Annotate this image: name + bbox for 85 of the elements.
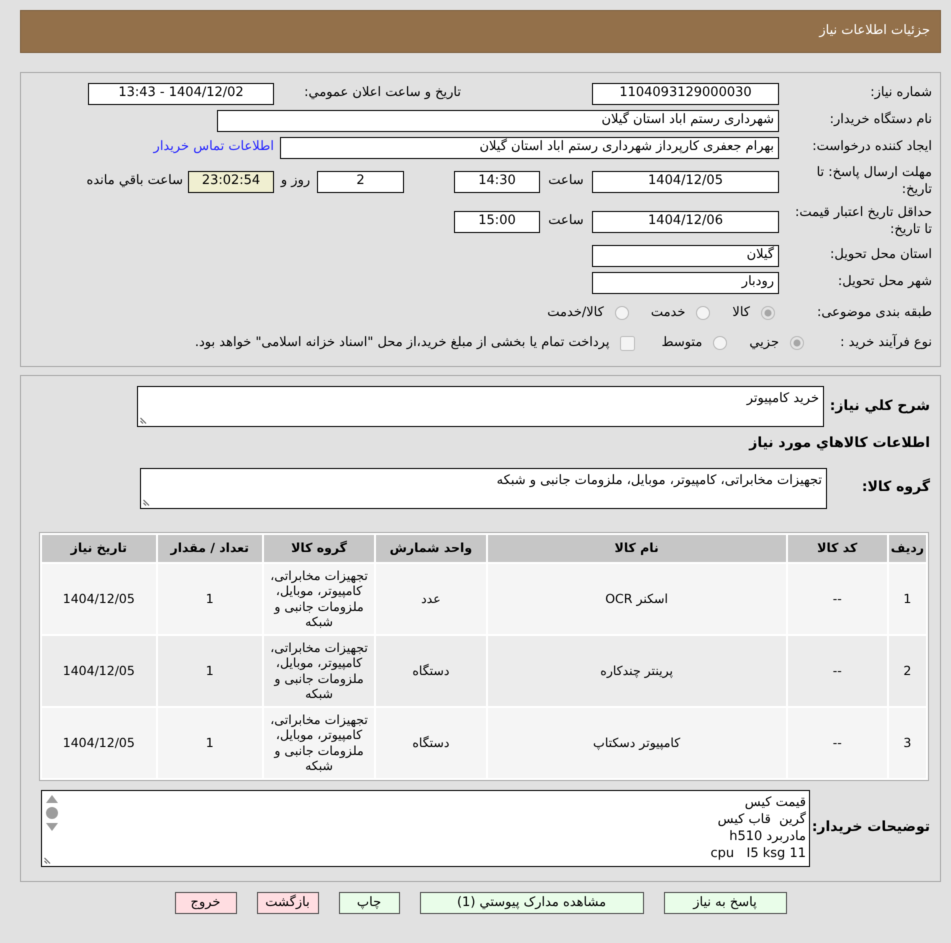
scroll-down-icon[interactable]: [46, 822, 58, 830]
scroll-thumb-icon[interactable]: [46, 806, 58, 818]
table-cell: تجهیزات مخابراتی، کامپیوتر، موبایل، ملزومات جانبی و شبکه: [264, 708, 374, 778]
table-cell: کامپیوتر دسکتاپ: [488, 708, 786, 778]
need-summary-field[interactable]: خرید کامپیوتر: [137, 386, 824, 427]
field-label: مهلت ارسال پاسخ: تا تاریخ:: [816, 165, 932, 198]
table-cell: پرینتر چندکاره: [488, 636, 786, 706]
field-label: نام دستگاه خریدار:: [828, 112, 932, 129]
table-cell: دستگاه: [376, 708, 486, 778]
city-field[interactable]: رودبار: [592, 272, 779, 294]
table-cell: 1: [158, 708, 262, 778]
resize-grip-icon[interactable]: [44, 856, 52, 864]
radio-label: کالا: [732, 304, 750, 322]
table-cell: تجهیزات مخابراتی، کامپیوتر، موبایل، ملزومات جانبی و شبکه: [264, 636, 374, 706]
table-cell: 1404/12/05: [42, 564, 156, 634]
checkbox-label: پرداخت تمام یا بخشی از مبلغ خرید،از محل "اسناد خزانه اسلامی" خواهد بود.: [194, 334, 610, 352]
radio-label: جزيي: [749, 334, 779, 352]
field-label: شهر محل تحویل:: [836, 274, 932, 291]
table-cell: 2: [888, 636, 926, 706]
resize-grip-icon[interactable]: [143, 498, 151, 506]
table-cell: عدد: [376, 564, 486, 634]
goods-group-field[interactable]: تجهیزات مخابراتی، کامپیوتر، موبایل، ملزومات جانبی و شبکه: [140, 468, 827, 508]
table-cell: اسکنر OCR: [488, 564, 786, 634]
field-label: روز و: [279, 173, 312, 190]
column-header: تعداد / مقدار: [158, 534, 262, 562]
date-field[interactable]: 1404/12/05: [592, 170, 779, 192]
table-cell: 1: [158, 636, 262, 706]
resize-grip-icon[interactable]: [140, 416, 148, 424]
action-button[interactable]: چاپ: [338, 892, 400, 914]
field-label: شرح کلي نیاز:: [828, 398, 930, 416]
action-button[interactable]: مشاهده مدارک پیوستي (1): [420, 892, 644, 914]
table-cell: 1404/12/05: [42, 708, 156, 778]
checkbox[interactable]: [620, 336, 636, 350]
field-label: تاريخ و ساعت اعلان عمومي:: [303, 85, 462, 102]
table-cell: 1: [888, 564, 926, 634]
table-cell: 1: [158, 564, 262, 634]
scroll-up-icon[interactable]: [46, 794, 58, 802]
radio-button[interactable]: [713, 336, 728, 350]
table-cell: دستگاه: [376, 636, 486, 706]
buyer-contact-link[interactable]: اطلاعات تماس خریدار: [154, 139, 274, 156]
cancel-button[interactable]: بازگشت: [256, 892, 318, 914]
radio-button[interactable]: [761, 306, 775, 320]
field-label: ساعت: [547, 213, 585, 230]
table-cell: 3: [888, 708, 926, 778]
column-header: تاریخ نیاز: [42, 534, 156, 562]
radio-label: کالا/خدمت: [547, 304, 604, 322]
field-label: توضیحات خریدار:: [810, 819, 930, 837]
radio-label: متوسط: [661, 334, 702, 352]
need-number-field[interactable]: 1104093129000030: [592, 82, 779, 104]
radio-button[interactable]: [790, 336, 804, 350]
time-field[interactable]: 14:30: [454, 170, 540, 192]
requester-field[interactable]: بهرام جعفری کارپرداز شهرداری رستم اباد استان گیلان: [280, 136, 779, 158]
field-label: استان محل تحویل:: [829, 247, 932, 264]
field-label: نوع فرآیند خرید :: [839, 334, 932, 352]
field-label: شماره نیاز:: [869, 85, 932, 102]
table-cell: --: [788, 708, 887, 778]
time-field[interactable]: 15:00: [454, 210, 540, 232]
field-label: ساعت باقي مانده: [86, 173, 183, 190]
announce-datetime-field[interactable]: 1404/12/02 - 13:43: [88, 82, 274, 104]
field-label: حداقل تاریخ اعتبار قیمت: تا تاریخ:: [794, 205, 932, 238]
column-header: گروه کالا: [264, 534, 374, 562]
radio-button[interactable]: [696, 306, 710, 320]
column-header: واحد شمارش: [376, 534, 486, 562]
action-button[interactable]: پاسخ به نیاز: [664, 892, 786, 914]
field-label: طبقه بندی موضوعی:: [816, 304, 932, 322]
province-field[interactable]: گیلان: [592, 244, 779, 266]
field-label: ساعت: [547, 173, 585, 190]
page-title: جزئيات اطلاعات نیاز: [819, 23, 930, 40]
days-field[interactable]: 2: [317, 170, 404, 192]
date-field[interactable]: 1404/12/06: [592, 210, 779, 232]
field-label: گروه کالا:: [860, 479, 930, 497]
table-cell: --: [788, 564, 887, 634]
radio-button[interactable]: [614, 306, 629, 320]
column-header: ردیف: [888, 534, 926, 562]
remaining-time-field[interactable]: 23:02:54: [188, 170, 274, 192]
cancel-button[interactable]: خروج: [174, 892, 236, 914]
radio-label: خدمت: [650, 304, 686, 322]
column-header: کد کالا: [788, 534, 887, 562]
table-cell: --: [788, 636, 887, 706]
buyer-org-field[interactable]: شهرداری رستم اباد استان گیلان: [217, 110, 779, 132]
field-label: ایجاد کننده درخواست:: [811, 139, 932, 156]
table-cell: 1404/12/05: [42, 636, 156, 706]
table-cell: تجهیزات مخابراتی، کامپیوتر، موبایل، ملزومات جانبی و شبکه: [264, 564, 374, 634]
column-header: نام کالا: [488, 534, 786, 562]
section-heading: اطلاعات کالاهاي مورد نیاز: [748, 435, 930, 452]
